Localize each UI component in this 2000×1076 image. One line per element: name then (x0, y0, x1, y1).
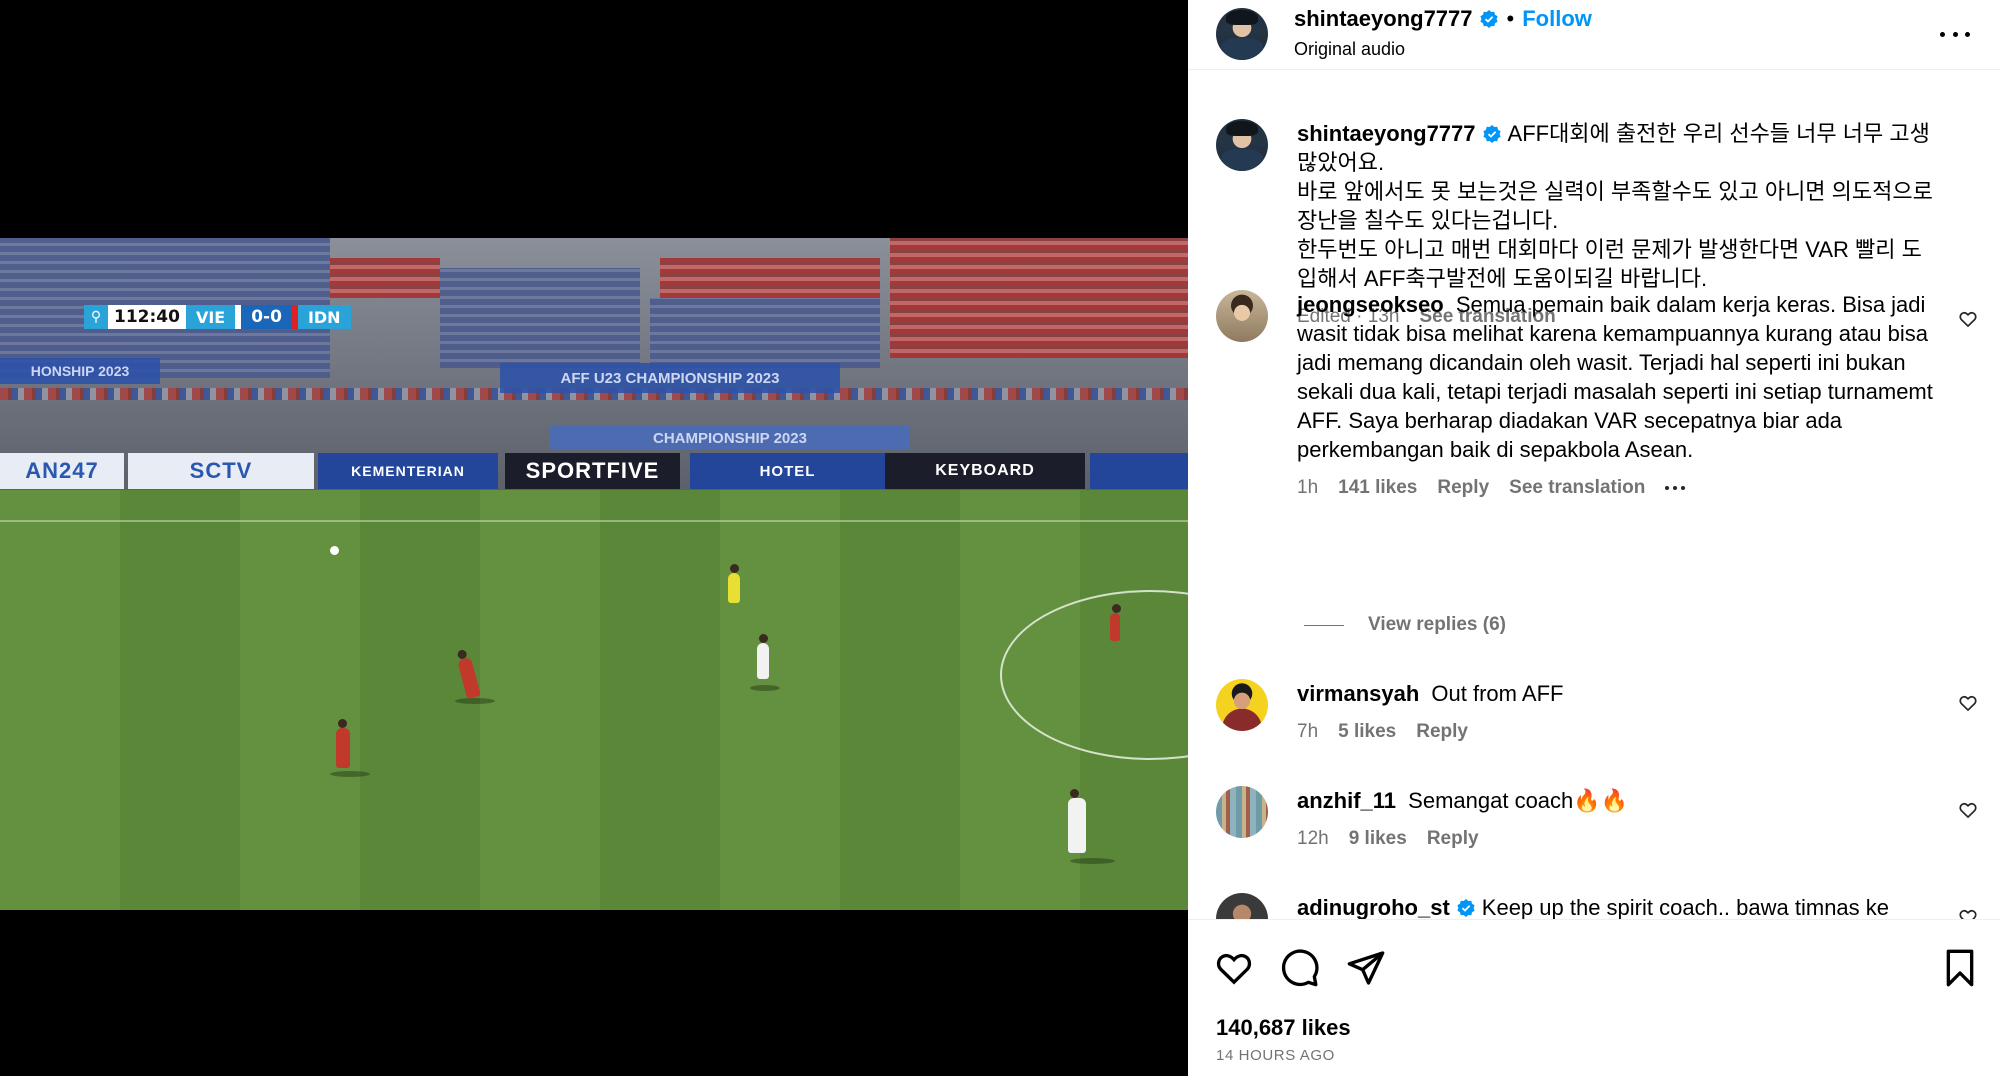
like-comment-heart-icon[interactable] (1958, 800, 1978, 820)
comment-text: Semua pemain baik dalam kerja keras. Bis… (1297, 292, 1933, 462)
post-header: shintaeyong7777 • Follow Original audio (1188, 0, 2000, 70)
comment-bubble-icon[interactable] (1280, 948, 1320, 988)
like-comment-heart-icon[interactable] (1958, 693, 1978, 713)
score: 0-0 (241, 305, 292, 329)
video-pane[interactable]: HONSHIP 2023 AFF U23 CHAMPIONSHIP 2023 C… (0, 0, 1188, 1076)
save-bookmark-icon[interactable] (1940, 948, 1980, 988)
reply-button[interactable]: Reply (1437, 473, 1489, 502)
video-player[interactable]: HONSHIP 2023 AFF U23 CHAMPIONSHIP 2023 C… (0, 238, 1188, 910)
comment-text: Semangat coach🔥🔥 (1408, 788, 1629, 813)
share-paper-plane-icon[interactable] (1346, 948, 1386, 988)
view-replies-button[interactable]: View replies (6) (1304, 614, 1506, 636)
away-team: IDN (297, 305, 351, 329)
trophy-icon: ⚲ (84, 305, 108, 329)
player (1110, 604, 1121, 641)
verified-badge-icon (1479, 10, 1498, 28)
comment-text: Out from AFF (1431, 681, 1564, 706)
caption-text-line: 바로 앞에서도 못 보는것은 실력이 부족할수도 있고 아니면 의도적으로 장난… (1297, 179, 1933, 233)
caption-avatar[interactable] (1216, 119, 1268, 171)
post-action-bar: 140,687 likes 14 HOURS AGO (1188, 919, 2000, 1076)
commenter-username[interactable]: virmansyah (1297, 681, 1419, 706)
commenter-avatar[interactable] (1216, 679, 1268, 731)
ball (330, 546, 339, 555)
reply-button[interactable]: Reply (1416, 717, 1468, 746)
follow-button[interactable]: Follow (1522, 6, 1592, 32)
commenter-username[interactable]: anzhif_11 (1297, 788, 1396, 813)
author-avatar[interactable] (1216, 8, 1268, 60)
match-clock: 112:40 (108, 305, 186, 329)
verified-badge-icon (1457, 899, 1475, 917)
comment-text: Keep up the spirit coach.. bawa timnas k… (1481, 895, 1890, 919)
see-translation-link[interactable]: See translation (1509, 473, 1645, 502)
player (757, 634, 769, 679)
like-heart-icon[interactable] (1214, 948, 1254, 988)
ad-board-sportfive: SPORTFIVE (505, 453, 680, 489)
commenter-username[interactable]: jeongseokseo (1297, 292, 1444, 317)
player (1068, 789, 1086, 853)
comment-likes[interactable]: 5 likes (1338, 717, 1396, 746)
post-timestamp[interactable]: 14 HOURS AGO (1216, 1047, 1335, 1064)
more-options-button[interactable] (1940, 22, 1970, 46)
comment-time[interactable]: 12h (1297, 824, 1329, 853)
caption-text-line: 한두번도 아니고 매번 대회마다 이런 문제가 발생한다면 VAR 빨리 도입해… (1297, 237, 1922, 291)
commenter-avatar[interactable] (1216, 786, 1268, 838)
audio-label[interactable]: Original audio (1294, 39, 1405, 60)
author-username[interactable]: shintaeyong7777 (1294, 6, 1473, 32)
home-team: VIE (185, 305, 236, 329)
referee (728, 564, 740, 603)
stadium-stands: HONSHIP 2023 AFF U23 CHAMPIONSHIP 2023 C… (0, 238, 1188, 498)
scoreboard: ⚲ 112:40 VIE 0-0 IDN (84, 305, 351, 329)
comment-time[interactable]: 1h (1297, 473, 1318, 502)
comment-options-icon[interactable] (1665, 485, 1686, 490)
verified-badge-icon (1482, 125, 1501, 143)
comment-time[interactable]: 7h (1297, 717, 1318, 746)
comment-likes[interactable]: 141 likes (1338, 473, 1417, 502)
comment-likes[interactable]: 9 likes (1349, 824, 1407, 853)
commenter-avatar[interactable] (1216, 893, 1268, 919)
pitch (0, 490, 1188, 910)
like-comment-heart-icon[interactable] (1958, 309, 1978, 329)
comments-list[interactable]: shintaeyong7777 AFF대회에 출전한 우리 선수들 너무 너무 … (1188, 71, 2000, 919)
player (336, 719, 350, 768)
like-comment-heart-icon[interactable] (1958, 907, 1978, 919)
caption-username[interactable]: shintaeyong7777 (1297, 121, 1476, 146)
ad-banner: AFF U23 CHAMPIONSHIP 2023 (500, 363, 840, 393)
commenter-avatar[interactable] (1216, 290, 1268, 342)
likes-count[interactable]: 140,687 likes (1216, 1015, 1351, 1041)
post-side-panel: shintaeyong7777 • Follow Original audio … (1188, 0, 2000, 1076)
reply-button[interactable]: Reply (1427, 824, 1479, 853)
commenter-username[interactable]: adinugroho_st (1297, 895, 1450, 919)
